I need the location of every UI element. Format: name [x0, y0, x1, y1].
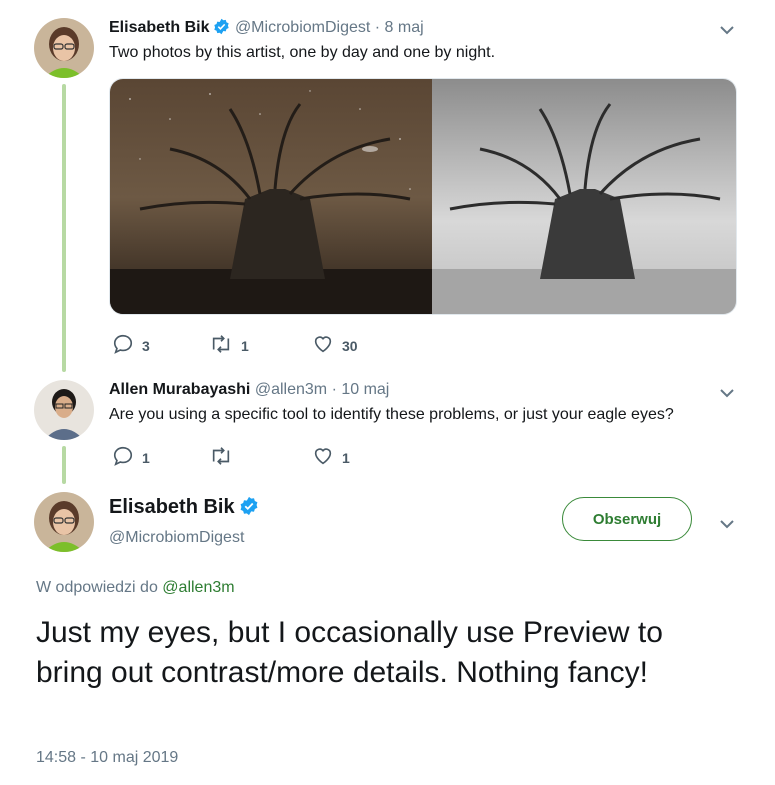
avatar[interactable] — [34, 380, 94, 440]
avatar[interactable] — [34, 492, 94, 552]
chevron-down-icon[interactable] — [717, 383, 737, 403]
reply-context: W odpowiedzi do @allen3m — [36, 579, 235, 597]
reply-count: 3 — [142, 337, 150, 354]
main-author: Elisabeth Bik — [109, 496, 259, 521]
retweet-icon — [209, 333, 233, 358]
heart-icon — [312, 333, 334, 358]
tweet-text: Two photos by this artist, one by day an… — [109, 44, 496, 61]
reply-icon — [112, 333, 134, 358]
reply-count: 1 — [142, 449, 150, 466]
main-tweet-text: Just my eyes, but I occasionally use Pre… — [36, 616, 663, 689]
like-button[interactable]: 1 — [312, 445, 350, 470]
tweet-timestamp[interactable]: 14:58 - 10 maj 2019 — [36, 749, 178, 767]
reply-button[interactable]: 3 — [112, 333, 150, 358]
retweet-count: 1 — [241, 337, 249, 354]
avatar[interactable] — [34, 18, 94, 78]
author-name[interactable]: Elisabeth Bik — [109, 496, 235, 518]
thread-line — [62, 446, 66, 484]
verified-icon — [213, 18, 230, 40]
tweet-header: Allen Murabayashi @allen3m · 10 maj — [109, 381, 389, 399]
retweet-button[interactable]: 1 — [209, 333, 249, 358]
like-button[interactable]: 30 — [312, 333, 358, 358]
thread-line — [62, 84, 66, 372]
author-handle[interactable]: @MicrobiomDigest — [109, 529, 244, 547]
heart-icon — [312, 445, 334, 470]
tweet-time[interactable]: · 8 maj — [375, 19, 424, 36]
reply-to-link[interactable]: @allen3m — [162, 579, 234, 596]
tweet-header: Elisabeth Bik @MicrobiomDigest · 8 maj — [109, 18, 424, 40]
tweet-time[interactable]: · 10 maj — [332, 381, 390, 398]
author-handle[interactable]: @MicrobiomDigest — [235, 19, 370, 36]
tweet-media[interactable] — [109, 78, 737, 315]
author-handle[interactable]: @allen3m — [255, 381, 327, 398]
author-name[interactable]: Allen Murabayashi — [109, 381, 250, 398]
retweet-button[interactable] — [209, 445, 241, 470]
tree-photos — [110, 79, 736, 314]
like-count: 1 — [342, 449, 350, 466]
retweet-icon — [209, 445, 233, 470]
reply-button[interactable]: 1 — [112, 445, 150, 470]
author-name[interactable]: Elisabeth Bik — [109, 19, 209, 36]
reply-icon — [112, 445, 134, 470]
verified-icon — [239, 496, 259, 521]
like-count: 30 — [342, 337, 358, 354]
tweet-text: Are you using a specific tool to identif… — [109, 406, 674, 423]
reply-prefix: W odpowiedzi do — [36, 579, 158, 596]
chevron-down-icon[interactable] — [717, 20, 737, 40]
chevron-down-icon[interactable] — [717, 514, 737, 534]
follow-button[interactable]: Obserwuj — [562, 497, 692, 541]
